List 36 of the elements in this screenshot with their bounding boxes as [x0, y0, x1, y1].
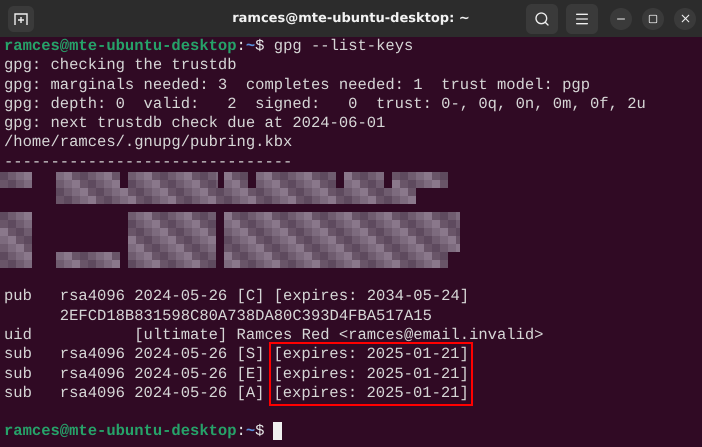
window-title: ramces@mte-ubuntu-desktop: ~	[232, 11, 470, 26]
maximize-icon	[648, 14, 658, 24]
key-line: 2EFCD18B831598C80A738DA80C393D4FBA517A15	[58, 306, 432, 326]
prompt-user-host: ramces@mte-ubuntu-desktop	[4, 37, 237, 56]
output-line: /home/ramces/.gnupg/pubring.kbx	[4, 133, 292, 153]
key-line: sub rsa4096 2024-05-26 [S]	[4, 345, 264, 365]
close-icon	[678, 12, 692, 25]
prompt-symbol: $	[255, 37, 264, 56]
prompt-separator: :	[236, 37, 246, 56]
expiry-text: [expires: 2025-01-21]	[273, 345, 469, 365]
text-cursor	[273, 422, 282, 440]
close-button[interactable]	[674, 8, 696, 30]
output-line: gpg: next trustdb check due at 2024-06-01	[4, 114, 386, 134]
output-line: -------------------------------	[4, 152, 292, 172]
prompt-path: ~	[246, 37, 256, 56]
key-line: pub rsa4096 2024-05-26 [C] [expires: 2034-05-24]	[4, 287, 470, 307]
search-button[interactable]	[526, 4, 558, 34]
key-line: uid [ultimate] Ramces Red <ramces@email.invalid>	[4, 326, 544, 346]
menu-button[interactable]	[566, 4, 598, 34]
command-text: gpg --list-keys	[272, 37, 414, 56]
key-line: sub rsa4096 2024-05-26 [A]	[4, 384, 264, 404]
new-tab-icon	[14, 12, 28, 26]
search-icon	[534, 10, 550, 26]
maximize-button[interactable]	[642, 8, 664, 30]
menu-icon	[574, 10, 590, 26]
expiry-text: [expires: 2025-01-21]	[273, 364, 469, 384]
prompt-path: ~	[246, 422, 256, 442]
output-line: gpg: checking the trustdb	[4, 56, 237, 76]
prompt-separator: :	[236, 422, 246, 442]
output-line: gpg: depth: 0 valid: 2 signed: 0 trust: 0-, 0q, 0n, 0m, 0f, 2u	[4, 94, 646, 114]
key-line: sub rsa4096 2024-05-26 [E]	[4, 364, 264, 384]
expiry-text: [expires: 2025-01-21]	[273, 384, 469, 404]
output-line: gpg: marginals needed: 3 completes needed: 1 trust model: pgp	[4, 76, 590, 95]
prompt-user-host: ramces@mte-ubuntu-desktop	[4, 422, 237, 442]
new-tab-button[interactable]	[8, 6, 34, 32]
prompt-symbol: $	[255, 422, 264, 442]
